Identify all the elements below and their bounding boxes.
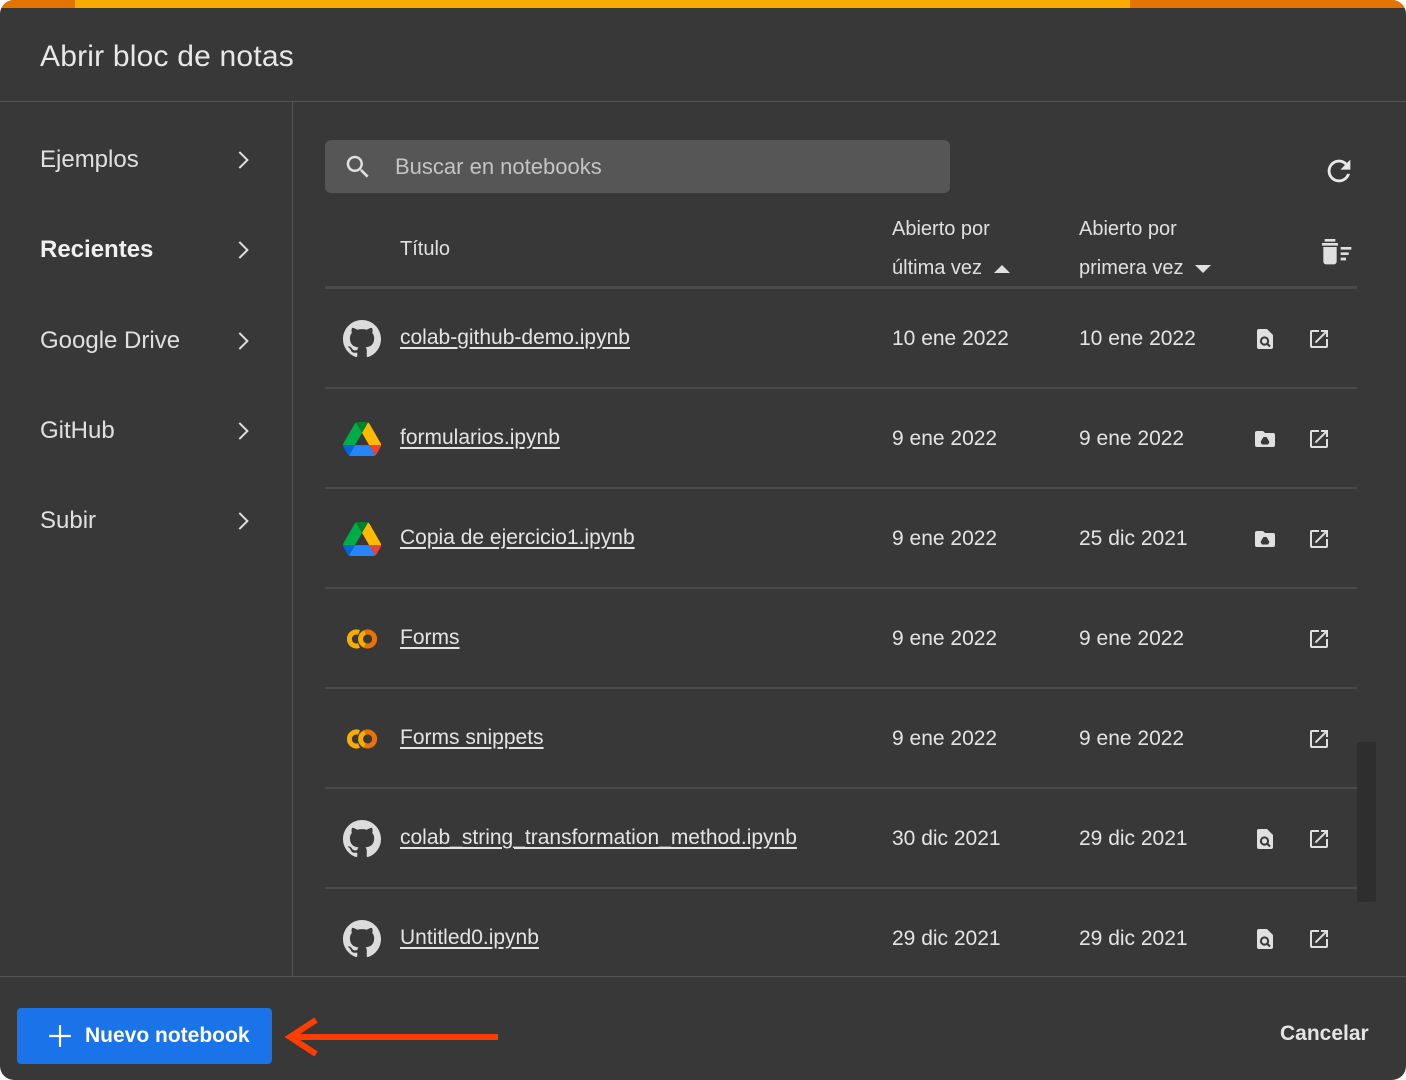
- table-row: formularios.ipynb 9 ene 2022 9 ene 2022: [325, 389, 1357, 489]
- last-opened-date: 9 ene 2022: [892, 727, 998, 750]
- delete-sweep-icon[interactable]: [1318, 235, 1354, 267]
- notebook-link[interactable]: Forms snippets: [400, 726, 544, 750]
- notebook-link[interactable]: colab_string_transformation_method.ipynb: [400, 826, 797, 850]
- column-first-opened-label: Abierto por: [1079, 218, 1177, 240]
- github-icon: [343, 820, 381, 858]
- table-row: Forms 9 ene 2022 9 ene 2022: [325, 589, 1357, 689]
- first-opened-date: 10 ene 2022: [1079, 327, 1196, 350]
- last-opened-date: 10 ene 2022: [892, 327, 1009, 350]
- last-opened-date: 9 ene 2022: [892, 627, 998, 650]
- chevron-right-icon: [238, 151, 249, 169]
- drive-folder-icon[interactable]: [1253, 527, 1277, 551]
- sort-ascending-icon: [994, 264, 1011, 273]
- sidebar-item-github[interactable]: GitHub: [40, 406, 260, 456]
- new-notebook-label: Nuevo notebook: [85, 1024, 250, 1047]
- plus-icon: [49, 1025, 71, 1047]
- column-first-opened-label2: primera vez: [1079, 257, 1184, 279]
- table-row: Copia de ejercicio1.ipynb 9 ene 2022 25 …: [325, 489, 1357, 589]
- first-opened-date: 29 dic 2021: [1079, 827, 1188, 850]
- chevron-right-icon: [238, 241, 249, 259]
- github-icon: [343, 320, 381, 358]
- notebook-link[interactable]: formularios.ipynb: [400, 426, 560, 450]
- notebook-link[interactable]: colab-github-demo.ipynb: [400, 326, 630, 350]
- header-divider: [0, 101, 1406, 102]
- dialog-title: Abrir bloc de notas: [40, 40, 294, 73]
- cancel-button[interactable]: Cancelar: [1280, 1022, 1369, 1046]
- colab-icon: [346, 729, 378, 749]
- colab-icon: [346, 629, 378, 649]
- accent-bar: [0, 0, 1406, 8]
- footer-divider: [0, 976, 1406, 977]
- last-opened-date: 30 dic 2021: [892, 827, 1001, 850]
- google-drive-icon: [343, 421, 381, 457]
- view-source-icon[interactable]: [1253, 327, 1277, 351]
- column-title: Título: [400, 238, 451, 260]
- first-opened-date: 29 dic 2021: [1079, 927, 1188, 950]
- notebook-link[interactable]: Copia de ejercicio1.ipynb: [400, 526, 635, 550]
- first-opened-date: 9 ene 2022: [1079, 427, 1185, 450]
- sidebar-item-label: Ejemplos: [40, 146, 139, 173]
- view-source-icon[interactable]: [1253, 927, 1277, 951]
- sidebar-item-label: GitHub: [40, 417, 115, 444]
- drive-folder-icon[interactable]: [1253, 427, 1277, 451]
- sidebar-item-ejemplos[interactable]: Ejemplos: [40, 135, 260, 185]
- sort-descending-icon: [1195, 264, 1212, 273]
- column-last-opened-label: Abierto por: [892, 218, 990, 240]
- google-drive-icon: [343, 521, 381, 557]
- new-notebook-button[interactable]: Nuevo notebook: [17, 1008, 272, 1064]
- chevron-right-icon: [238, 422, 249, 440]
- last-opened-date: 9 ene 2022: [892, 427, 998, 450]
- open-in-new-icon[interactable]: [1307, 727, 1331, 751]
- sidebar-item-google-drive[interactable]: Google Drive: [40, 316, 260, 366]
- open-notebook-dialog: Abrir bloc de notas Ejemplos Recientes G…: [0, 0, 1406, 1080]
- sidebar-item-label: Recientes: [40, 236, 154, 263]
- sidebar-item-label: Subir: [40, 507, 97, 534]
- open-in-new-icon[interactable]: [1307, 927, 1331, 951]
- chevron-right-icon: [238, 332, 249, 350]
- notebook-link[interactable]: Forms: [400, 626, 460, 650]
- last-opened-date: 29 dic 2021: [892, 927, 1001, 950]
- table-row: colab_string_transformation_method.ipynb…: [325, 789, 1357, 889]
- open-in-new-icon[interactable]: [1307, 327, 1331, 351]
- sidebar-item-label: Google Drive: [40, 327, 181, 354]
- table-row: Forms snippets 9 ene 2022 9 ene 2022: [325, 689, 1357, 789]
- column-first-opened[interactable]: Abierto por primera vez: [1079, 218, 1212, 280]
- column-last-opened[interactable]: Abierto por última vez: [892, 218, 1011, 280]
- open-in-new-icon[interactable]: [1307, 527, 1331, 551]
- refresh-icon[interactable]: [1322, 154, 1356, 188]
- view-source-icon[interactable]: [1253, 827, 1277, 851]
- sidebar-item-subir[interactable]: Subir: [40, 496, 260, 546]
- table-row: Untitled0.ipynb 29 dic 2021 29 dic 2021: [325, 889, 1357, 976]
- last-opened-date: 9 ene 2022: [892, 527, 998, 550]
- search-input[interactable]: [393, 148, 937, 186]
- column-last-opened-label2: última vez: [892, 257, 983, 279]
- table-row: colab-github-demo.ipynb 10 ene 2022 10 e…: [325, 289, 1357, 389]
- scrollbar-thumb[interactable]: [1357, 742, 1376, 902]
- sidebar-divider: [292, 102, 293, 976]
- github-icon: [343, 920, 381, 958]
- first-opened-date: 25 dic 2021: [1079, 527, 1188, 550]
- search-icon: [346, 155, 369, 178]
- first-opened-date: 9 ene 2022: [1079, 627, 1185, 650]
- search-box: [325, 140, 950, 193]
- open-in-new-icon[interactable]: [1307, 827, 1331, 851]
- sidebar-item-recientes[interactable]: Recientes: [40, 225, 260, 275]
- open-in-new-icon[interactable]: [1307, 427, 1331, 451]
- open-in-new-icon[interactable]: [1307, 627, 1331, 651]
- notebook-link[interactable]: Untitled0.ipynb: [400, 926, 539, 950]
- first-opened-date: 9 ene 2022: [1079, 727, 1185, 750]
- chevron-right-icon: [238, 512, 249, 530]
- annotation-arrow-icon: [284, 1017, 498, 1057]
